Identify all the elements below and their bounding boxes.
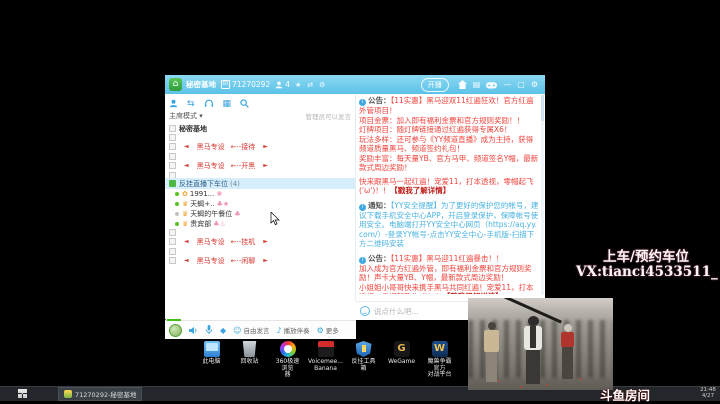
- chat-message-list[interactable]: i 公告：【11实惠】黑马迎双11红遍狂欢！官方红遍外管项目！ 项目金票：加入即有福…: [359, 96, 539, 294]
- yy-task-icon: [64, 390, 72, 398]
- desktop-icon-label: 反挂工具箱: [351, 358, 376, 372]
- desktop-icon-label: 回收站: [240, 358, 259, 365]
- room-icon: [169, 180, 176, 187]
- home-icon[interactable]: [457, 80, 467, 89]
- voice-toolbar-item[interactable]: ⚙ 更多: [317, 325, 339, 336]
- announcement-message: i 公告：【11实惠】黑马迎双11红遍狂欢！官方红遍外管项目！ 项目金票：加入即有福…: [359, 96, 539, 195]
- g-360-icon: [279, 341, 296, 357]
- channel-tree-panel: ⇆ ▦ 主席模式 ▾ 管理员可以发言 秘密基地 ◄ 黑马专设 ←·-接待 ► ◄ 黑马专设 ←…: [165, 94, 356, 339]
- yy-channel-logo-icon: ⌂: [169, 78, 182, 91]
- g-bin-icon: [242, 341, 257, 357]
- desktop-icon-g-bin[interactable]: 回收站: [236, 341, 263, 379]
- expander-icon[interactable]: [169, 125, 176, 132]
- gift-icon[interactable]: ◆: [220, 326, 226, 335]
- info-icon: i: [359, 256, 366, 264]
- tree-root-channel[interactable]: 秘密基地: [165, 123, 355, 134]
- taskbar-task-yy[interactable]: 71270292-秘密基地: [58, 387, 143, 401]
- minimize-button[interactable]: —: [503, 80, 511, 89]
- desktop-icon-label: 魔兽争霸官方 对战平台: [427, 358, 452, 378]
- yy-client-window: ⌂ 秘密基地 ID 71270292 4 ★ ⇄ ⚙ 开播 ▤ — ▢ ⚙ ⇆ …: [165, 75, 545, 339]
- g-vm-icon: [317, 341, 334, 357]
- id-card-icon: ID: [221, 80, 230, 89]
- member-icon: [275, 81, 283, 88]
- my-avatar[interactable]: [169, 323, 182, 337]
- admin-speak-hint: 管理员可以发言: [305, 113, 352, 121]
- info-icon: i: [359, 203, 366, 211]
- favorite-star-icon[interactable]: ★: [295, 81, 301, 89]
- tree-subchannel[interactable]: ◄ 黑马专设 ←·-闲聊 ►: [165, 254, 355, 267]
- desktop-icon-g-vm[interactable]: Voicemee... Banana: [308, 341, 343, 379]
- desktop-icon-g-wegame[interactable]: G WeGame: [388, 341, 415, 379]
- online-count: 4: [285, 80, 290, 89]
- notice-message: i 通知：【YY安全提醒】为了更好的保护您的帐号，建议下载手机安全中心APP，开启…: [359, 200, 539, 248]
- g-pc-icon: [203, 341, 220, 357]
- share-icon[interactable]: ⇄: [307, 81, 313, 89]
- microphone-icon[interactable]: [205, 325, 213, 335]
- announcement-message: i 公告：【11实惠】黑马迎11红遍暴击！！ 加入成为官方红遍外管，即有福利金票和官…: [359, 254, 539, 294]
- chat-scrollbar[interactable]: [541, 95, 544, 295]
- promo-overlay-text: 上车/预约车位 VX:tianci4533511_: [576, 249, 718, 280]
- details-link[interactable]: 【戳我了解详情】: [443, 292, 503, 294]
- channel-title: 秘密基地: [186, 80, 216, 89]
- desktop-icon-label: Voicemee... Banana: [308, 358, 343, 372]
- tree-member[interactable]: ♛ 天蝎的午餐位 ♣: [165, 209, 355, 219]
- member-list-icon[interactable]: [169, 99, 178, 108]
- chat-input[interactable]: 说点什么吧...: [374, 306, 419, 317]
- desktop-icon-label: WeGame: [387, 358, 416, 365]
- mouse-cursor: [270, 212, 280, 226]
- desktop-icon-label: 360极速浏览 器: [275, 358, 300, 378]
- desktop-icon-g-pc[interactable]: 此电脑: [198, 341, 225, 379]
- speaker-icon[interactable]: [189, 326, 198, 335]
- tree-member[interactable]: ✿ 1991... ❀: [165, 189, 355, 199]
- speaking-indicator: [167, 319, 181, 321]
- grid-icon[interactable]: ▦: [223, 99, 232, 109]
- tree-member[interactable]: ♛ 贵宾部 ♣♨: [165, 219, 355, 229]
- desktop-icon-g-war3[interactable]: W 魔兽争霸官方 对战平台: [426, 341, 453, 379]
- desktop-icon-label: 此电脑: [202, 358, 221, 365]
- desktop-icon-g-360[interactable]: 360极速浏览 器: [274, 341, 301, 379]
- search-icon[interactable]: [240, 99, 249, 108]
- g-shield-icon: [355, 341, 372, 357]
- tree-subchannel[interactable]: ◄ 黑马专设 ←·-开黑 ►: [165, 159, 355, 172]
- start-broadcast-button[interactable]: 开播: [420, 77, 449, 92]
- desktop-icon-g-shield[interactable]: 反挂工具箱: [350, 341, 377, 379]
- emoji-icon[interactable]: [360, 306, 370, 316]
- voice-toolbar-item[interactable]: ♪ 播放伴奏: [277, 325, 310, 336]
- settings-gear-icon[interactable]: ⚙: [319, 81, 325, 89]
- info-icon: i: [359, 99, 366, 106]
- panel-layout-icon[interactable]: ▤: [473, 80, 481, 89]
- gamepad-icon[interactable]: [486, 81, 498, 89]
- chat-panel: i 公告：【11实惠】黑马迎双11红遍狂欢！官方红遍外管项目！ 项目金票：加入即有福…: [356, 94, 545, 301]
- mode-dropdown[interactable]: 主席模式 ▾: [169, 111, 203, 121]
- tree-member[interactable]: ♛ 天蝎+.. ♣★: [165, 199, 355, 209]
- tree-selected-room[interactable]: 反挂直播下车位 (4): [165, 178, 355, 189]
- g-wegame-icon: G: [393, 341, 410, 357]
- titlebar[interactable]: ⌂ 秘密基地 ID 71270292 4 ★ ⇄ ⚙ 开播 ▤ — ▢ ⚙: [165, 75, 545, 94]
- maximize-button[interactable]: ▢: [517, 80, 525, 89]
- headset-icon[interactable]: [204, 99, 214, 108]
- channel-tree[interactable]: 秘密基地 ◄ 黑马专设 ←·-接待 ► ◄ 黑马专设 ←·-开黑 ► 反挂直播下车位 (4) ✿ 199…: [165, 123, 355, 293]
- swap-icon[interactable]: ⇆: [187, 99, 195, 109]
- g-war3-icon: W: [431, 341, 448, 357]
- voice-toolbar-item[interactable]: ☺ 自由发言: [233, 325, 269, 336]
- chat-scrollbar-thumb[interactable]: [541, 95, 544, 121]
- tree-subchannel[interactable]: ◄ 黑马专设 ←·-接待 ►: [165, 140, 355, 153]
- details-link[interactable]: 【戳我了解详情】: [390, 186, 450, 195]
- pubg-artwork-overlay: [468, 298, 613, 390]
- channel-id: ID 71270292: [221, 80, 271, 89]
- left-toolbar: ⇆ ▦: [169, 97, 349, 110]
- voice-toolbar: ◆ ☺ 自由发言 ♪ 播放伴奏 ⚙ 更多: [165, 319, 356, 339]
- tree-subchannel[interactable]: ◄ 黑马专设 ←·-挂机 ►: [165, 235, 355, 248]
- douyu-room-id-text: 斗鱼房间号:4533511: [600, 388, 651, 403]
- stream-frame: ⌂ 秘密基地 ID 71270292 4 ★ ⇄ ⚙ 开播 ▤ — ▢ ⚙ ⇆ …: [0, 0, 720, 404]
- menu-gear-icon[interactable]: ⚙: [531, 80, 538, 89]
